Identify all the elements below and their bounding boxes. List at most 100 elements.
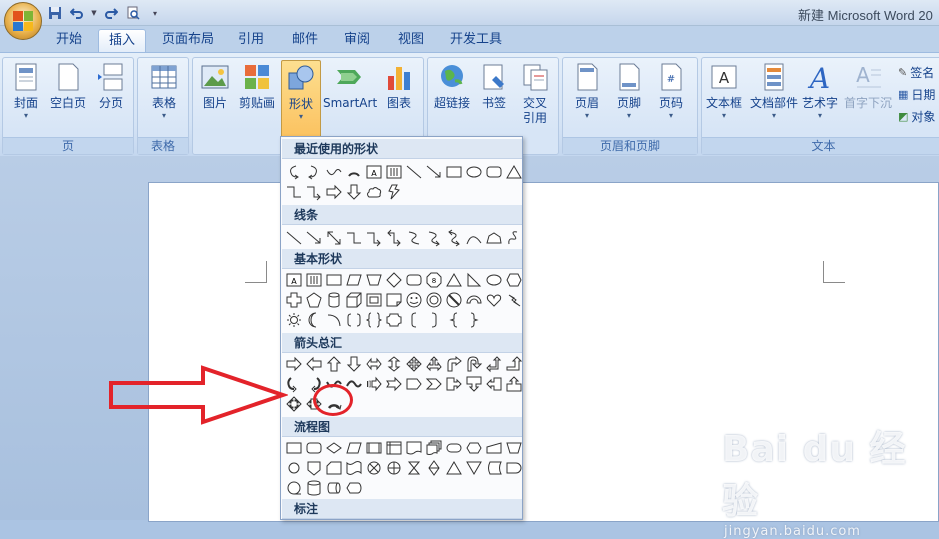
cover-page-button[interactable]: 封面 ▾ [9,62,43,121]
chevron-down-icon[interactable]: ▼ [90,4,98,22]
curve-icon[interactable] [465,229,483,247]
no-symbol-icon[interactable] [445,291,463,309]
oval-icon[interactable] [485,271,503,289]
flowchart-connector-icon[interactable] [285,459,303,477]
flowchart-process-icon[interactable] [285,439,303,457]
flowchart-extract-icon[interactable] [445,459,463,477]
text-box-shape-icon[interactable]: A [365,163,383,181]
flowchart-internal-storage-icon[interactable] [385,439,403,457]
heart-icon[interactable] [485,291,503,309]
tab-view[interactable]: 视图 [388,29,434,52]
striped-right-arrow-icon[interactable] [365,375,383,393]
cube-icon[interactable] [345,291,363,309]
flowchart-summing-junction-icon[interactable] [365,459,383,477]
line-icon[interactable] [285,229,303,247]
diamond-icon[interactable] [385,271,403,289]
curved-right-arrow-icon[interactable] [305,163,323,181]
smiley-face-icon[interactable] [405,291,423,309]
left-arrow-callout-icon[interactable] [485,375,503,393]
bevel-icon[interactable] [365,291,383,309]
object-button[interactable]: ◩ 对象 [898,108,935,125]
elbow-connector-icon[interactable] [285,183,303,201]
cross-reference-button[interactable]: 交叉 引用 [516,62,554,126]
lightning-bolt-icon[interactable] [505,291,522,309]
smartart-button[interactable]: SmartArt [323,62,377,111]
flowchart-card-icon[interactable] [325,459,343,477]
right-arrow-callout-icon[interactable] [445,375,463,393]
flowchart-punched-tape-icon[interactable] [345,459,363,477]
tab-page-layout[interactable]: 页面布局 [152,29,224,52]
vertical-text-box-icon[interactable] [305,271,323,289]
trapezoid-icon[interactable] [365,271,383,289]
footer-button[interactable]: 页脚 ▾ [611,62,647,121]
elbow-double-arrow-connector-icon[interactable] [385,229,403,247]
curved-connector-icon[interactable] [405,229,423,247]
flowchart-manual-operation-icon[interactable] [505,439,522,457]
lightning-icon[interactable] [385,183,403,201]
signature-line-button[interactable]: ✎ 签名 [898,64,934,81]
sun-icon[interactable] [285,311,303,329]
vertical-text-box-icon[interactable] [385,163,403,181]
arc-icon[interactable] [325,311,343,329]
u-turn-arrow-icon[interactable] [465,355,483,373]
hexagon-icon[interactable] [505,271,522,289]
picture-button[interactable]: 图片 [199,62,231,111]
date-time-button[interactable]: ▦ 日期 [898,86,935,103]
curved-up-arrow-icon[interactable] [325,163,343,181]
flowchart-direct-access-storage-icon[interactable] [325,479,343,497]
parallelogram-icon[interactable] [345,271,363,289]
triangle-icon[interactable] [445,271,463,289]
elbow-arrow-connector-icon[interactable] [365,229,383,247]
rounded-rectangle-icon[interactable] [405,271,423,289]
clip-art-button[interactable]: 剪贴画 [237,62,277,111]
table-button[interactable]: 表格 ▾ [146,62,182,121]
arrow-line-icon[interactable] [425,163,443,181]
freeform-icon[interactable] [485,229,503,247]
flowchart-stored-data-icon[interactable] [485,459,503,477]
folded-corner-icon[interactable] [385,291,403,309]
right-arrow-icon[interactable] [325,183,343,201]
flowchart-collate-icon[interactable] [405,459,423,477]
flowchart-data-icon[interactable] [345,439,363,457]
double-bracket-icon[interactable] [345,311,363,329]
quad-arrow-icon[interactable] [405,355,423,373]
flowchart-merge-icon[interactable] [465,459,483,477]
can-icon[interactable] [325,291,343,309]
double-arrow-line-icon[interactable] [325,229,343,247]
flowchart-display-icon[interactable] [345,479,363,497]
bent-arrow-icon[interactable] [445,355,463,373]
cross-icon[interactable] [285,291,303,309]
text-box-shape-icon[interactable]: A [285,271,303,289]
flowchart-terminator-icon[interactable] [445,439,463,457]
curved-left-arrow-icon[interactable] [285,163,303,181]
double-brace-icon[interactable] [365,311,383,329]
right-brace-icon[interactable] [465,311,483,329]
down-arrow-callout-icon[interactable] [465,375,483,393]
left-brace-icon[interactable] [445,311,463,329]
left-arrow-icon[interactable] [305,355,323,373]
page-number-button[interactable]: # 页码 ▾ [653,62,689,121]
bookmark-button[interactable]: 书签 [476,62,512,111]
plaque-icon[interactable] [385,311,403,329]
pentagon-icon[interactable] [305,291,323,309]
up-arrow-icon[interactable] [325,355,343,373]
tab-mailings[interactable]: 邮件 [282,29,328,52]
print-preview-icon[interactable] [124,4,142,22]
text-box-button[interactable]: A 文本框 ▾ [704,62,744,121]
flowchart-document-icon[interactable] [405,439,423,457]
right-triangle-icon[interactable] [465,271,483,289]
tab-insert[interactable]: 插入 [98,29,147,52]
flowchart-sort-icon[interactable] [425,459,443,477]
undo-icon[interactable] [68,4,86,22]
tab-home[interactable]: 开始 [46,29,92,52]
bent-up-arrow-icon[interactable] [505,355,522,373]
rectangle-icon[interactable] [325,271,343,289]
flowchart-multidocument-icon[interactable] [425,439,443,457]
quick-parts-button[interactable]: 文档部件 ▾ [748,62,800,121]
page-break-button[interactable]: 分页 [93,62,129,111]
arrow-line-icon[interactable] [305,229,323,247]
down-arrow-icon[interactable] [345,355,363,373]
save-icon[interactable] [46,4,64,22]
scribble-icon[interactable] [505,229,522,247]
office-button[interactable] [4,2,42,40]
